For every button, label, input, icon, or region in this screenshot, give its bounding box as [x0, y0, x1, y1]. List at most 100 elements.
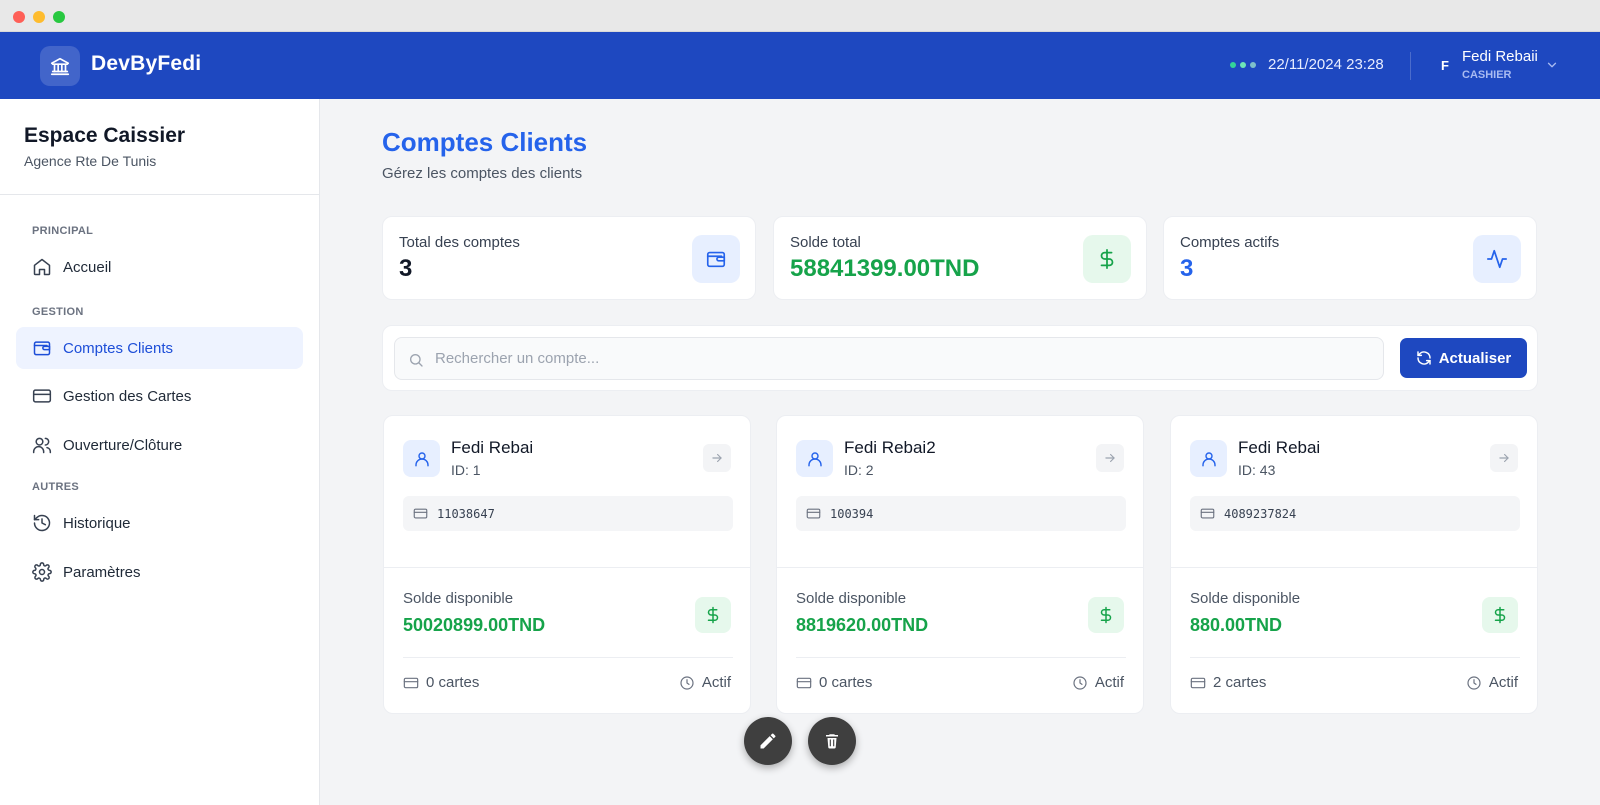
- balance-value: 8819620.00TND: [796, 615, 929, 635]
- stat-card-active-accounts: Comptes actifs 3: [1163, 216, 1537, 300]
- users-icon: [32, 437, 52, 454]
- sidebar-item-label: Comptes Clients: [63, 339, 174, 357]
- divider: [1190, 657, 1520, 658]
- account-card[interactable]: Fedi Rebai ID: 43 4089237824 Solde dispo…: [1170, 415, 1538, 714]
- connection-status-indicator: [1230, 62, 1256, 68]
- settings-icon: [32, 562, 52, 582]
- sidebar-item-comptes-clients[interactable]: Comptes Clients: [16, 327, 303, 369]
- credit-card-icon: [806, 508, 821, 519]
- dollar-icon: [695, 597, 731, 633]
- clock-icon: [680, 675, 694, 690]
- bank-logo-icon[interactable]: [40, 46, 80, 86]
- stat-card-total-accounts: Total des comptes 3: [382, 216, 756, 300]
- trash-icon: [826, 734, 838, 749]
- page-subtitle: Gérez les comptes des clients: [382, 165, 583, 182]
- sidebar-section-autres: AUTRES: [32, 481, 80, 493]
- stat-value: 3: [1180, 255, 1194, 282]
- search-field[interactable]: [394, 337, 1384, 380]
- divider: [384, 567, 750, 568]
- maximize-window-button[interactable]: [53, 11, 65, 23]
- refresh-button-label: Actualiser: [1438, 349, 1512, 367]
- balance-label: Solde disponible: [796, 590, 907, 607]
- cards-count-label: 2 cartes: [1213, 674, 1267, 691]
- sidebar-item-label: Gestion des Cartes: [63, 387, 192, 405]
- divider: [1171, 567, 1537, 568]
- brand-name[interactable]: DevByFedi: [91, 52, 201, 76]
- user-name[interactable]: Fedi Rebaii: [1462, 48, 1538, 65]
- stat-value: 58841399.00TND: [790, 255, 980, 282]
- account-card[interactable]: Fedi Rebai2 ID: 2 100394 Solde disponibl…: [776, 415, 1144, 714]
- account-number: 100394: [830, 506, 874, 521]
- search-toolbar: Actualiser: [382, 325, 1538, 391]
- header-divider: [1410, 52, 1411, 80]
- balance-value: 880.00TND: [1190, 615, 1283, 635]
- sidebar-item-historique[interactable]: Historique: [16, 502, 303, 544]
- account-status-label: Actif: [1094, 674, 1124, 691]
- minimize-window-button[interactable]: [33, 11, 45, 23]
- stat-label: Solde total: [790, 234, 861, 251]
- credit-card-icon: [796, 677, 812, 688]
- dollar-icon: [1482, 597, 1518, 633]
- sidebar: Espace Caissier Agence Rte De Tunis PRIN…: [0, 99, 320, 805]
- user-role: CASHIER: [1462, 69, 1512, 81]
- credit-card-icon: [1190, 677, 1206, 688]
- sidebar-item-label: Paramètres: [63, 563, 141, 581]
- sidebar-item-parametres[interactable]: Paramètres: [16, 551, 303, 593]
- account-card[interactable]: Fedi Rebai ID: 1 11038647 Solde disponib…: [383, 415, 751, 714]
- user-avatar[interactable]: F: [1441, 58, 1449, 73]
- account-number-box: 100394: [796, 496, 1126, 531]
- activity-icon: [1473, 235, 1521, 283]
- arrow-right-icon[interactable]: [1096, 444, 1124, 472]
- divider: [403, 657, 733, 658]
- home-icon: [33, 258, 51, 276]
- sidebar-item-label: Historique: [63, 514, 131, 532]
- divider: [796, 657, 1126, 658]
- cards-count-label: 0 cartes: [819, 674, 873, 691]
- cards-count: 0 cartes: [403, 674, 479, 691]
- balance-label: Solde disponible: [1190, 590, 1301, 607]
- search-input[interactable]: [435, 338, 1375, 379]
- account-status: Actif: [679, 674, 731, 691]
- clock-icon: [1467, 675, 1481, 690]
- account-holder-name: Fedi Rebai2: [844, 438, 936, 457]
- dollar-icon: [1083, 235, 1131, 283]
- divider: [777, 567, 1143, 568]
- page-title: Comptes Clients: [382, 127, 588, 157]
- sidebar-item-accueil[interactable]: Accueil: [16, 246, 303, 288]
- refresh-icon: [1416, 351, 1431, 365]
- stat-value: 3: [399, 255, 413, 282]
- sidebar-item-label: Ouverture/Clôture: [63, 436, 183, 454]
- sidebar-section-principal: PRINCIPAL: [32, 225, 94, 237]
- delete-button[interactable]: [808, 717, 856, 765]
- chevron-down-icon[interactable]: [1545, 58, 1559, 77]
- edit-button[interactable]: [744, 717, 792, 765]
- refresh-button[interactable]: Actualiser: [1400, 338, 1527, 378]
- sidebar-item-ouverture-cloture[interactable]: Ouverture/Clôture: [16, 424, 303, 466]
- sidebar-title: Espace Caissier: [24, 124, 186, 147]
- user-icon: [1190, 440, 1227, 477]
- close-window-button[interactable]: [13, 11, 25, 23]
- wallet-icon: [692, 235, 740, 283]
- credit-card-icon: [32, 389, 52, 403]
- account-id: ID: 2: [844, 462, 874, 478]
- sidebar-item-gestion-cartes[interactable]: Gestion des Cartes: [16, 375, 303, 417]
- stat-label: Comptes actifs: [1180, 234, 1280, 251]
- sidebar-header: Espace Caissier Agence Rte De Tunis: [0, 99, 319, 195]
- account-id: ID: 43: [1238, 462, 1276, 478]
- sidebar-item-label: Accueil: [63, 258, 112, 276]
- cards-count: 0 cartes: [796, 674, 872, 691]
- account-number: 11038647: [437, 506, 495, 521]
- clock-icon: [1073, 675, 1087, 690]
- balance-label: Solde disponible: [403, 590, 514, 607]
- account-holder-name: Fedi Rebai: [451, 438, 534, 457]
- cards-count: 2 cartes: [1190, 674, 1266, 691]
- account-holder-name: Fedi Rebai: [1238, 438, 1321, 457]
- arrow-right-icon[interactable]: [703, 444, 731, 472]
- user-icon: [403, 440, 440, 477]
- arrow-right-icon[interactable]: [1490, 444, 1518, 472]
- account-status-label: Actif: [1488, 674, 1518, 691]
- account-number-box: 11038647: [403, 496, 733, 531]
- account-number-box: 4089237824: [1190, 496, 1520, 531]
- account-status-label: Actif: [701, 674, 731, 691]
- credit-card-icon: [413, 508, 428, 519]
